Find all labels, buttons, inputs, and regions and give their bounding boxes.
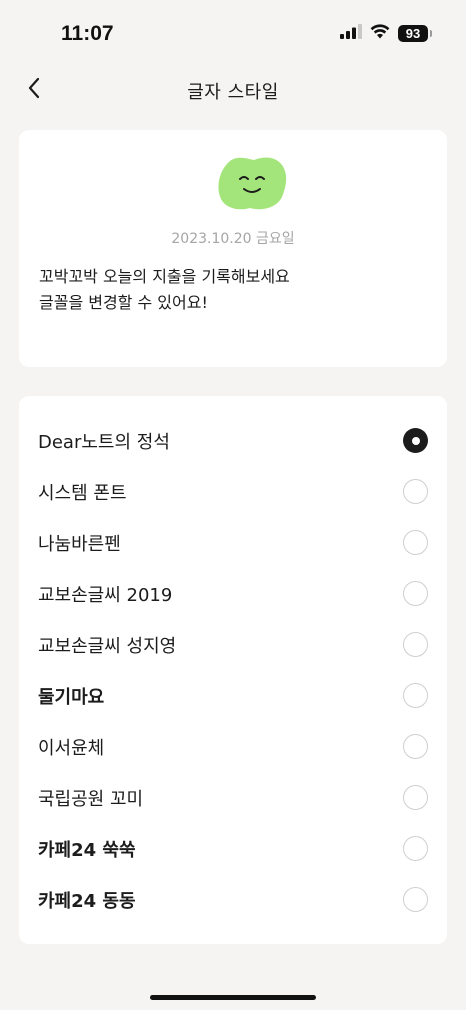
font-option[interactable]: 나눔바른펜 bbox=[19, 517, 447, 568]
wifi-icon bbox=[370, 24, 390, 43]
radio-button[interactable] bbox=[403, 581, 428, 606]
signal-icon bbox=[340, 24, 362, 43]
radio-button[interactable] bbox=[403, 887, 428, 912]
font-option[interactable]: 카페24 동동 bbox=[19, 874, 447, 925]
radio-button[interactable] bbox=[403, 530, 428, 555]
font-name: 나눔바른펜 bbox=[38, 533, 121, 555]
status-icons: 93 bbox=[340, 24, 432, 43]
mascot-icon bbox=[216, 155, 288, 213]
page-title: 글자 스타일 bbox=[187, 82, 279, 103]
status-time: 11:07 bbox=[61, 22, 114, 45]
home-indicator[interactable] bbox=[150, 995, 316, 1000]
font-name: 교보손글씨 2019 bbox=[38, 584, 173, 606]
radio-button[interactable] bbox=[403, 785, 428, 810]
font-option[interactable]: 둘기마요 bbox=[19, 670, 447, 721]
preview-date: 2023.10.20 금요일 bbox=[171, 231, 295, 247]
navigation-bar: 글자 스타일 bbox=[0, 62, 466, 116]
font-name: 카페24 쑥쑥 bbox=[38, 839, 136, 861]
radio-button[interactable] bbox=[403, 734, 428, 759]
font-name: Dear노트의 정석 bbox=[38, 431, 170, 453]
status-bar: 11:07 93 bbox=[0, 0, 466, 62]
radio-button[interactable] bbox=[403, 479, 428, 504]
font-name: 이서윤체 bbox=[38, 737, 105, 759]
font-option[interactable]: 국립공원 꼬미 bbox=[19, 772, 447, 823]
preview-text: 꼬박꼬박 오늘의 지출을 기록해보세요 글꼴을 변경할 수 있어요! bbox=[39, 264, 290, 316]
font-option[interactable]: 카페24 쑥쑥 bbox=[19, 823, 447, 874]
preview-text-line: 꼬박꼬박 오늘의 지출을 기록해보세요 bbox=[39, 267, 290, 286]
radio-button-selected[interactable] bbox=[403, 428, 428, 453]
font-option[interactable]: 이서윤체 bbox=[19, 721, 447, 772]
font-option[interactable]: 시스템 폰트 bbox=[19, 466, 447, 517]
font-name: 둘기마요 bbox=[38, 686, 105, 708]
font-name: 시스템 폰트 bbox=[38, 482, 127, 504]
radio-button[interactable] bbox=[403, 683, 428, 708]
preview-text-line: 글꼴을 변경할 수 있어요! bbox=[39, 293, 208, 312]
preview-card: 2023.10.20 금요일 꼬박꼬박 오늘의 지출을 기록해보세요 글꼴을 변… bbox=[19, 130, 447, 367]
font-option[interactable]: 교보손글씨 2019 bbox=[19, 568, 447, 619]
font-name: 국립공원 꼬미 bbox=[38, 788, 144, 810]
font-option[interactable]: 교보손글씨 성지영 bbox=[19, 619, 447, 670]
font-name: 교보손글씨 성지영 bbox=[38, 635, 177, 657]
radio-button[interactable] bbox=[403, 836, 428, 861]
font-option[interactable]: Dear노트의 정석 bbox=[19, 415, 447, 466]
battery-icon: 93 bbox=[398, 25, 432, 42]
radio-button[interactable] bbox=[403, 632, 428, 657]
font-name: 카페24 동동 bbox=[38, 890, 136, 912]
font-list: Dear노트의 정석 시스템 폰트 나눔바른펜 교보손글씨 2019 교보손글씨… bbox=[19, 396, 447, 944]
